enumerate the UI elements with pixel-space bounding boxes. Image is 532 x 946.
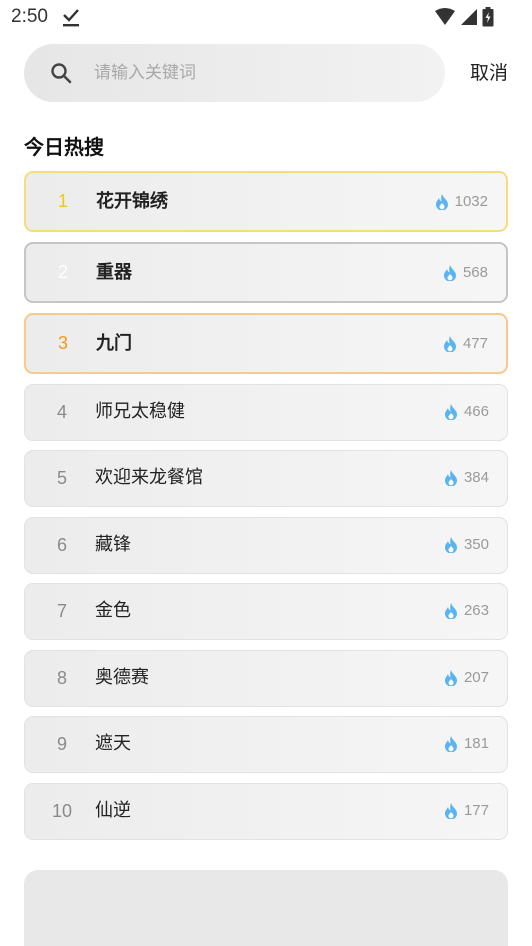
cancel-button[interactable]: 取消 [470,44,508,102]
flame-icon [444,470,457,486]
item-title: 花开锦绣 [96,191,168,212]
heat-value: 477 [462,335,488,352]
heat-value: 207 [463,669,489,686]
rank-number: 1 [57,191,68,211]
item-title: 遮天 [95,733,131,754]
flame-icon [444,803,457,819]
rank-number: 9 [56,734,67,754]
status-time: 2:50 [11,6,48,27]
heat-value: 384 [463,469,489,486]
flame-icon [444,736,457,752]
heat-count: 181 [444,717,489,771]
item-title: 仙逆 [95,800,131,821]
heat-count: 350 [444,518,489,572]
heat-value: 350 [463,536,489,553]
rank-number: 6 [56,535,67,555]
rank-number: 3 [57,333,68,353]
item-title: 奥德赛 [95,667,149,688]
rank-number: 5 [56,468,67,488]
heat-value: 466 [463,403,489,420]
search-box[interactable] [24,44,445,102]
heat-value: 1032 [454,193,488,210]
download-done-icon [61,6,81,32]
item-title: 师兄太稳健 [95,401,185,422]
heat-count: 263 [444,584,489,638]
hot-item-10[interactable]: 10 仙逆 177 [24,783,508,840]
heat-count: 568 [443,244,488,301]
section-title: 今日热搜 [24,135,104,159]
hot-item-4[interactable]: 4 师兄太稳健 466 [24,384,508,441]
item-title: 欢迎来龙餐馆 [95,467,203,488]
bottom-panel [24,870,508,946]
search-icon [50,62,72,88]
rank-number: 10 [51,801,73,821]
search-row: 取消 [24,44,514,102]
heat-value: 181 [463,735,489,752]
item-title: 藏锋 [95,534,131,555]
heat-value: 177 [463,802,489,819]
battery-icon [482,7,494,31]
item-title: 重器 [96,262,132,283]
rank-number: 7 [56,601,67,621]
search-input[interactable] [94,44,424,102]
item-title: 金色 [95,600,131,621]
heat-count: 1032 [435,173,488,230]
cellular-signal-icon [460,8,478,30]
hot-item-7[interactable]: 7 金色 263 [24,583,508,640]
rank-number: 8 [56,668,67,688]
hot-item-9[interactable]: 9 遮天 181 [24,716,508,773]
flame-icon [443,264,456,281]
heat-value: 263 [463,602,489,619]
rank-number: 4 [56,402,67,422]
hot-item-8[interactable]: 8 奥德赛 207 [24,650,508,707]
flame-icon [443,335,456,352]
heat-count: 384 [444,451,489,505]
hot-item-1[interactable]: 1 花开锦绣 1032 [24,171,508,232]
heat-count: 207 [444,651,489,705]
flame-icon [444,670,457,686]
flame-icon [444,603,457,619]
flame-icon [444,404,457,420]
wifi-icon [434,8,456,30]
flame-icon [444,537,457,553]
heat-count: 466 [444,385,489,439]
hot-item-3[interactable]: 3 九门 477 [24,313,508,374]
hot-item-5[interactable]: 5 欢迎来龙餐馆 384 [24,450,508,507]
status-icons [434,7,494,31]
heat-count: 477 [443,315,488,372]
hot-item-2[interactable]: 2 重器 568 [24,242,508,303]
flame-icon [435,193,448,210]
heat-count: 177 [444,784,489,838]
item-title: 九门 [96,333,132,354]
rank-number: 2 [57,262,68,282]
status-bar: 2:50 [0,0,532,36]
heat-value: 568 [462,264,488,281]
hot-item-6[interactable]: 6 藏锋 350 [24,517,508,574]
